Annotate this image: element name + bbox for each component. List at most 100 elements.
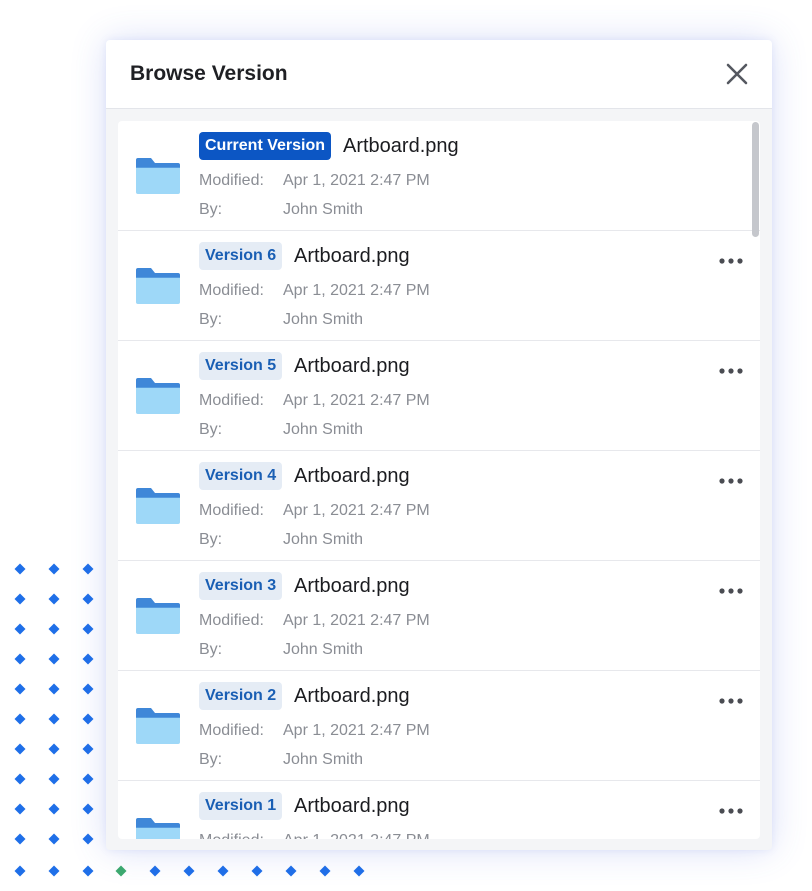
modified-label: Modified:	[199, 392, 264, 409]
decorative-dot	[48, 593, 60, 605]
decorative-dot	[14, 683, 26, 695]
decorative-dot	[14, 803, 26, 815]
modified-value: Apr 1, 2021 2:47 PM	[283, 722, 430, 739]
by-value: John Smith	[283, 421, 364, 438]
version-badge: Version 2	[199, 682, 283, 710]
modified-value: Apr 1, 2021 2:47 PM	[283, 392, 430, 409]
version-badge: Current Version	[199, 132, 332, 160]
decorative-dot	[14, 743, 26, 755]
file-name: Artboard.png	[294, 465, 410, 487]
by-value: John Smith	[283, 201, 364, 218]
more-options-button[interactable]	[716, 473, 746, 489]
by-label: By:	[199, 751, 223, 768]
version-list: Current Version Artboard.png Modified: A…	[118, 121, 760, 839]
version-row-6[interactable]: Version 1 Artboard.png Modified: Apr 1, …	[118, 781, 760, 839]
version-row-1[interactable]: Version 6 Artboard.png Modified: Apr 1, …	[118, 231, 760, 341]
by-value: John Smith	[283, 751, 364, 768]
modified-value: Apr 1, 2021 2:47 PM	[283, 612, 430, 629]
decorative-dot	[82, 683, 94, 695]
by-label: By:	[199, 531, 223, 548]
decorative-dot	[48, 833, 60, 845]
version-row-0[interactable]: Current Version Artboard.png Modified: A…	[118, 121, 760, 231]
decorative-dot	[217, 865, 229, 877]
more-options-button[interactable]	[716, 693, 746, 709]
folder-icon	[136, 158, 180, 194]
decorative-dot	[48, 683, 60, 695]
by-value: John Smith	[283, 531, 364, 548]
decorative-dot	[183, 865, 195, 877]
version-badge: Version 5	[199, 352, 283, 380]
decorative-dot	[48, 803, 60, 815]
more-options-button[interactable]	[716, 583, 746, 599]
file-name: Artboard.png	[294, 575, 410, 597]
decorative-dot	[48, 563, 60, 575]
by-label: By:	[199, 201, 223, 218]
version-row-4[interactable]: Version 3 Artboard.png Modified: Apr 1, …	[118, 561, 760, 671]
file-name: Artboard.png	[294, 355, 410, 377]
decorative-dot	[48, 743, 60, 755]
folder-icon	[136, 268, 180, 304]
browse-version-dialog: Browse Version Current Version Artboard.…	[106, 40, 772, 850]
more-horizontal-icon	[719, 368, 743, 374]
modified-label: Modified:	[199, 722, 264, 739]
modified-label: Modified:	[199, 502, 264, 519]
modified-label: Modified:	[199, 832, 264, 839]
by-label: By:	[199, 421, 223, 438]
folder-icon	[136, 818, 180, 839]
dialog-title: Browse Version	[130, 62, 288, 85]
more-options-button[interactable]	[716, 803, 746, 819]
decorative-dot	[14, 865, 26, 877]
dialog-header: Browse Version	[106, 40, 772, 109]
decorative-dot	[14, 593, 26, 605]
decorative-dot	[82, 803, 94, 815]
version-row-5[interactable]: Version 2 Artboard.png Modified: Apr 1, …	[118, 671, 760, 781]
version-row-2[interactable]: Version 5 Artboard.png Modified: Apr 1, …	[118, 341, 760, 451]
modified-label: Modified:	[199, 282, 264, 299]
by-label: By:	[199, 641, 223, 658]
folder-icon	[136, 708, 180, 744]
decorative-dot	[82, 623, 94, 635]
more-horizontal-icon	[719, 258, 743, 264]
folder-icon	[136, 378, 180, 414]
decorative-dot	[48, 773, 60, 785]
folder-icon	[136, 488, 180, 524]
decorative-dot	[14, 623, 26, 635]
file-name: Artboard.png	[294, 795, 410, 817]
file-name: Artboard.png	[294, 245, 410, 267]
scrollbar-thumb[interactable]	[752, 122, 759, 237]
version-badge: Version 3	[199, 572, 283, 600]
modified-label: Modified:	[199, 612, 264, 629]
more-horizontal-icon	[719, 808, 743, 814]
close-icon	[726, 63, 748, 85]
decorative-dot	[82, 593, 94, 605]
decorative-dot	[251, 865, 263, 877]
more-options-button[interactable]	[716, 363, 746, 379]
version-row-3[interactable]: Version 4 Artboard.png Modified: Apr 1, …	[118, 451, 760, 561]
modified-value: Apr 1, 2021 2:47 PM	[283, 832, 430, 839]
decorative-dot	[82, 865, 94, 877]
decorative-dot	[48, 713, 60, 725]
version-badge: Version 6	[199, 242, 283, 270]
modified-value: Apr 1, 2021 2:47 PM	[283, 502, 430, 519]
version-list-panel: Current Version Artboard.png Modified: A…	[118, 121, 760, 839]
modified-label: Modified:	[199, 172, 264, 189]
decorative-dot	[48, 865, 60, 877]
by-label: By:	[199, 311, 223, 328]
page: Browse Version Current Version Artboard.…	[0, 0, 812, 891]
decorative-dot	[285, 865, 297, 877]
scrollbar[interactable]	[751, 121, 760, 839]
more-options-button[interactable]	[716, 253, 746, 269]
decorative-dot	[115, 865, 127, 877]
decorative-dot	[14, 773, 26, 785]
version-badge: Version 1	[199, 792, 283, 820]
decorative-dot	[82, 773, 94, 785]
decorative-dot	[82, 563, 94, 575]
file-name: Artboard.png	[343, 135, 459, 157]
decorative-dot	[82, 833, 94, 845]
close-button[interactable]	[718, 58, 756, 92]
decorative-dot	[82, 743, 94, 755]
decorative-dot	[48, 623, 60, 635]
decorative-dot	[48, 653, 60, 665]
version-badge: Version 4	[199, 462, 283, 490]
by-value: John Smith	[283, 311, 364, 328]
